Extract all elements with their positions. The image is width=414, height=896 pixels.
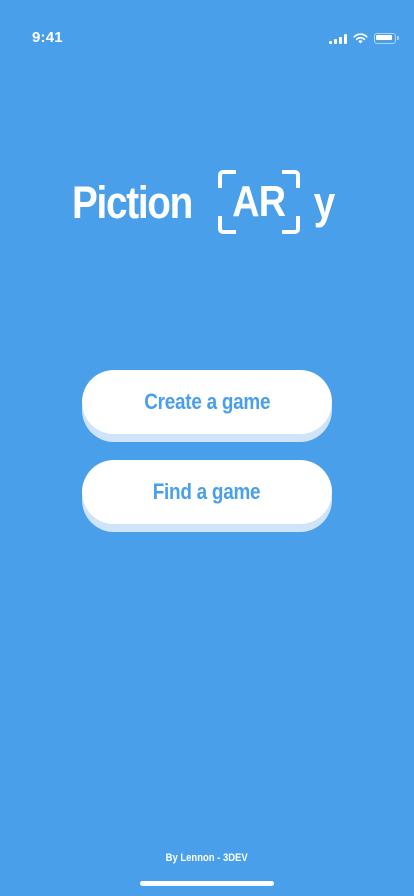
logo-text-ar: AR — [232, 177, 287, 226]
logo-ar-frame: AR — [216, 170, 302, 234]
logo-text-piction: Piction — [72, 176, 193, 228]
credit-text: By Lennon - 3DEV — [166, 852, 248, 864]
logo-text-y: y — [313, 176, 336, 228]
app-logo: Piction AR y — [72, 168, 337, 236]
create-game-label: Create a game — [143, 389, 270, 414]
status-time: 9:41 — [32, 29, 63, 46]
find-game-label: Find a game — [153, 479, 261, 504]
battery-icon — [374, 33, 399, 44]
status-icons — [329, 33, 399, 44]
find-game-button[interactable]: Find a game — [82, 460, 332, 524]
signal-icon — [329, 33, 347, 44]
footer-credit: By Lennon - 3DEV — [0, 852, 414, 864]
wifi-icon — [353, 33, 368, 44]
home-indicator[interactable] — [140, 881, 274, 886]
status-bar: 9:41 — [0, 0, 414, 46]
create-game-button[interactable]: Create a game — [82, 370, 332, 434]
